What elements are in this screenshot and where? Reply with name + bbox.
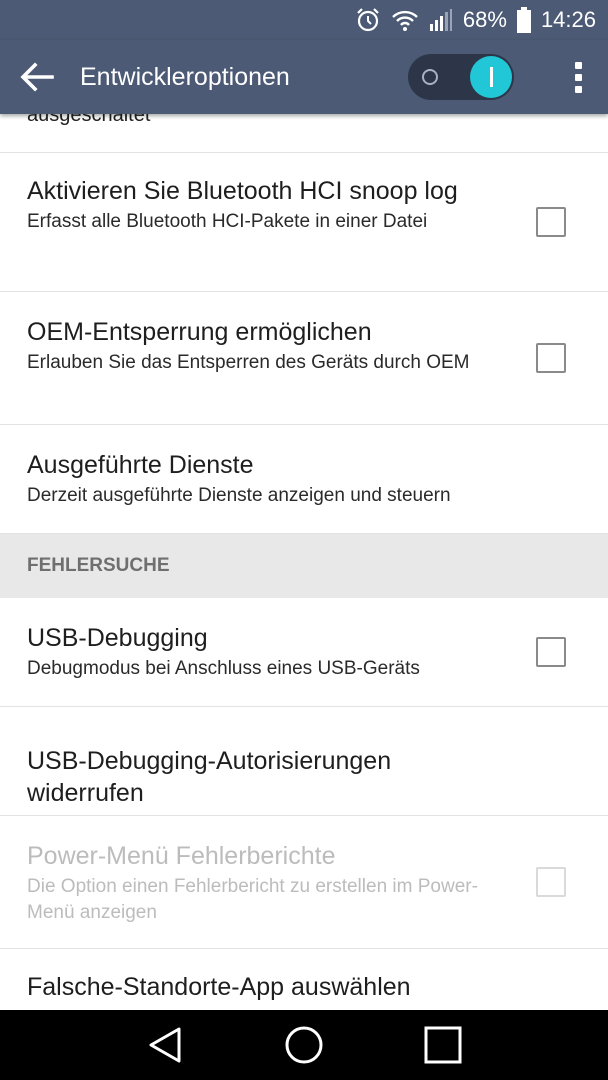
setting-title: Aktivieren Sie Bluetooth HCI snoop log	[27, 177, 458, 205]
setting-title: USB-Debugging	[27, 624, 208, 652]
setting-title: Falsche-Standorte-App auswählen	[27, 973, 411, 1001]
page-title: Entwickleroptionen	[80, 62, 290, 91]
setting-title: Ausgeführte Dienste	[27, 451, 254, 479]
setting-usb-debugging[interactable]: USB-Debugging Debugmodus bei Anschluss e…	[0, 598, 608, 707]
signal-icon	[429, 9, 452, 31]
status-bar: 68% 14:26	[0, 0, 608, 40]
developer-options-master-switch[interactable]	[408, 54, 514, 100]
setting-title: Power-Menü Fehlerberichte	[27, 842, 336, 870]
back-button[interactable]	[0, 40, 74, 114]
overflow-menu-icon[interactable]	[548, 40, 608, 114]
back-triangle-icon[interactable]	[145, 1025, 185, 1065]
setting-oem-unlock[interactable]: OEM-Entsperrung ermöglichen Erlauben Sie…	[0, 292, 608, 425]
back-arrow-icon	[20, 62, 54, 92]
battery-icon	[516, 7, 531, 33]
clock: 14:26	[540, 7, 596, 32]
bluetooth-hci-checkbox[interactable]	[536, 207, 566, 237]
setting-subtitle: Erfasst alle Bluetooth HCI-Pakete in ein…	[27, 211, 428, 232]
setting-bluetooth-hci-snoop[interactable]: Aktivieren Sie Bluetooth HCI snoop log E…	[0, 153, 608, 292]
navigation-bar	[0, 1010, 608, 1080]
power-menu-bug-report-checkbox	[536, 867, 566, 897]
wifi-icon	[392, 10, 418, 31]
list-item-partial: ausgeschaltet	[0, 114, 608, 153]
setting-subtitle: Erlauben Sie das Entsperren des Geräts d…	[27, 352, 470, 373]
setting-revoke-usb-authorizations[interactable]: USB-Debugging-Autorisierungen widerrufen	[0, 707, 608, 816]
setting-mock-location-app[interactable]: Falsche-Standorte-App auswählen	[0, 949, 608, 1010]
section-header-debugging: FEHLERSUCHE	[0, 534, 608, 598]
app-bar: Entwickleroptionen	[0, 40, 608, 114]
partial-item-text: ausgeschaltet	[27, 114, 151, 126]
setting-running-services[interactable]: Ausgeführte Dienste Derzeit ausgeführte …	[0, 425, 608, 534]
setting-subtitle: Die Option einen Fehlerbericht zu erstel…	[27, 876, 478, 923]
home-circle-icon[interactable]	[284, 1025, 324, 1065]
setting-title: USB-Debugging-Autorisierungen widerrufen	[27, 747, 392, 807]
oem-unlock-checkbox[interactable]	[536, 343, 566, 373]
settings-list[interactable]: ausgeschaltet Aktivieren Sie Bluetooth H…	[0, 114, 608, 1010]
usb-debugging-checkbox[interactable]	[536, 637, 566, 667]
switch-off-indicator	[422, 69, 438, 85]
setting-power-menu-bug-reports: Power-Menü Fehlerberichte Die Option ein…	[0, 816, 608, 949]
setting-subtitle: Derzeit ausgeführte Dienste anzeigen und…	[27, 485, 451, 506]
recents-square-icon[interactable]	[423, 1025, 463, 1065]
battery-percent: 68%	[462, 7, 507, 32]
setting-title: OEM-Entsperrung ermöglichen	[27, 318, 372, 346]
alarm-icon	[357, 8, 379, 32]
switch-knob	[470, 56, 512, 98]
setting-subtitle: Debugmodus bei Anschluss eines USB-Gerät…	[27, 658, 420, 679]
